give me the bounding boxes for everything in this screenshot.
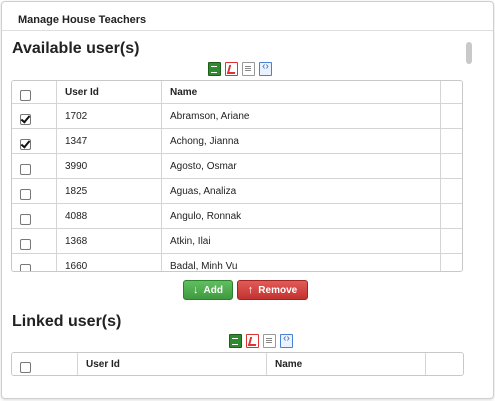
available-users-grid: User Id Name 1702 Abramson, Ariane 1347 Ach… xyxy=(11,80,463,272)
pdf-icon[interactable] xyxy=(225,62,238,76)
name-cell: Agosto, Osmar xyxy=(161,153,441,179)
user-id-cell: 1347 xyxy=(56,128,162,154)
user-id-cell: 1825 xyxy=(56,178,162,204)
excel-icon[interactable] xyxy=(208,62,221,76)
extra-cell xyxy=(440,103,462,129)
text-file-icon[interactable] xyxy=(263,334,276,348)
xml-icon[interactable] xyxy=(259,61,272,76)
pdf-icon[interactable] xyxy=(246,334,259,348)
table-row[interactable]: 1825 Aguas, Analiza xyxy=(12,178,462,204)
row-checkbox[interactable] xyxy=(20,113,31,125)
user-id-cell: 1368 xyxy=(56,228,162,254)
row-checkbox[interactable] xyxy=(20,263,31,271)
available-header-row: User Id Name xyxy=(12,81,462,104)
row-select-cell[interactable] xyxy=(12,153,57,179)
table-row[interactable]: 1347 Achong, Jianna xyxy=(12,128,462,154)
name-cell: Atkin, Ilai xyxy=(161,228,441,254)
row-checkbox[interactable] xyxy=(20,188,31,200)
arrow-up-icon: ↑ xyxy=(247,283,254,296)
remove-button[interactable]: ↑ Remove xyxy=(237,280,308,300)
manage-house-teachers-dialog: Manage House Teachers Available user(s) … xyxy=(1,1,494,399)
table-row[interactable]: 4088 Angulo, Ronnak xyxy=(12,203,462,229)
column-header-extra xyxy=(425,353,463,375)
dialog-titlebar: Manage House Teachers xyxy=(2,2,493,31)
user-id-cell: 1660 xyxy=(56,253,162,271)
dialog-title: Manage House Teachers xyxy=(18,14,147,26)
linked-export-toolbar xyxy=(229,333,293,348)
row-checkbox[interactable] xyxy=(20,238,31,250)
linked-users-heading: Linked user(s) xyxy=(12,313,122,330)
extra-cell xyxy=(440,128,462,154)
name-cell: Achong, Jianna xyxy=(161,128,441,154)
row-select-cell[interactable] xyxy=(12,128,57,154)
table-row[interactable]: 1660 Badal, Minh Vu xyxy=(12,253,462,271)
scrollbar-thumb[interactable] xyxy=(466,42,472,64)
table-row[interactable]: 1702 Abramson, Ariane xyxy=(12,103,462,129)
row-select-cell[interactable] xyxy=(12,203,57,229)
add-button-label: Add xyxy=(203,284,223,296)
excel-icon[interactable] xyxy=(229,334,242,348)
remove-button-label: Remove xyxy=(258,284,298,296)
select-all-header[interactable] xyxy=(12,353,78,375)
row-select-cell[interactable] xyxy=(12,103,57,129)
row-checkbox[interactable] xyxy=(20,213,31,225)
user-id-cell: 1702 xyxy=(56,103,162,129)
name-cell: Aguas, Analiza xyxy=(161,178,441,204)
extra-cell xyxy=(440,203,462,229)
xml-icon[interactable] xyxy=(280,333,293,348)
column-header-name[interactable]: Name xyxy=(161,81,441,104)
name-cell: Badal, Minh Vu xyxy=(161,253,441,271)
user-id-cell: 4088 xyxy=(56,203,162,229)
row-select-cell[interactable] xyxy=(12,178,57,204)
row-select-cell[interactable] xyxy=(12,228,57,254)
available-export-toolbar xyxy=(208,61,272,76)
column-header-name[interactable]: Name xyxy=(266,353,426,375)
select-all-checkbox[interactable] xyxy=(20,361,31,373)
extra-cell xyxy=(440,228,462,254)
column-header-user-id[interactable]: User Id xyxy=(77,353,267,375)
text-file-icon[interactable] xyxy=(242,62,255,76)
name-cell: Angulo, Ronnak xyxy=(161,203,441,229)
linked-header-row: User Id Name xyxy=(12,353,463,375)
table-row[interactable]: 1368 Atkin, Ilai xyxy=(12,228,462,254)
row-select-cell[interactable] xyxy=(12,253,57,271)
arrow-down-icon: ↓ xyxy=(193,283,199,296)
select-all-header[interactable] xyxy=(12,81,57,104)
user-id-cell: 3990 xyxy=(56,153,162,179)
column-header-user-id[interactable]: User Id xyxy=(56,81,162,104)
add-button[interactable]: ↓ Add xyxy=(183,280,233,300)
linked-users-grid: User Id Name xyxy=(11,352,464,376)
available-grid-scrollbar[interactable] xyxy=(465,38,473,266)
row-checkbox[interactable] xyxy=(20,163,31,175)
name-cell: Abramson, Ariane xyxy=(161,103,441,129)
available-users-heading: Available user(s) xyxy=(12,40,140,57)
extra-cell xyxy=(440,253,462,271)
column-header-extra xyxy=(440,81,462,104)
table-row[interactable]: 3990 Agosto, Osmar xyxy=(12,153,462,179)
extra-cell xyxy=(440,178,462,204)
extra-cell xyxy=(440,153,462,179)
row-checkbox[interactable] xyxy=(20,138,31,150)
select-all-checkbox[interactable] xyxy=(20,89,31,101)
